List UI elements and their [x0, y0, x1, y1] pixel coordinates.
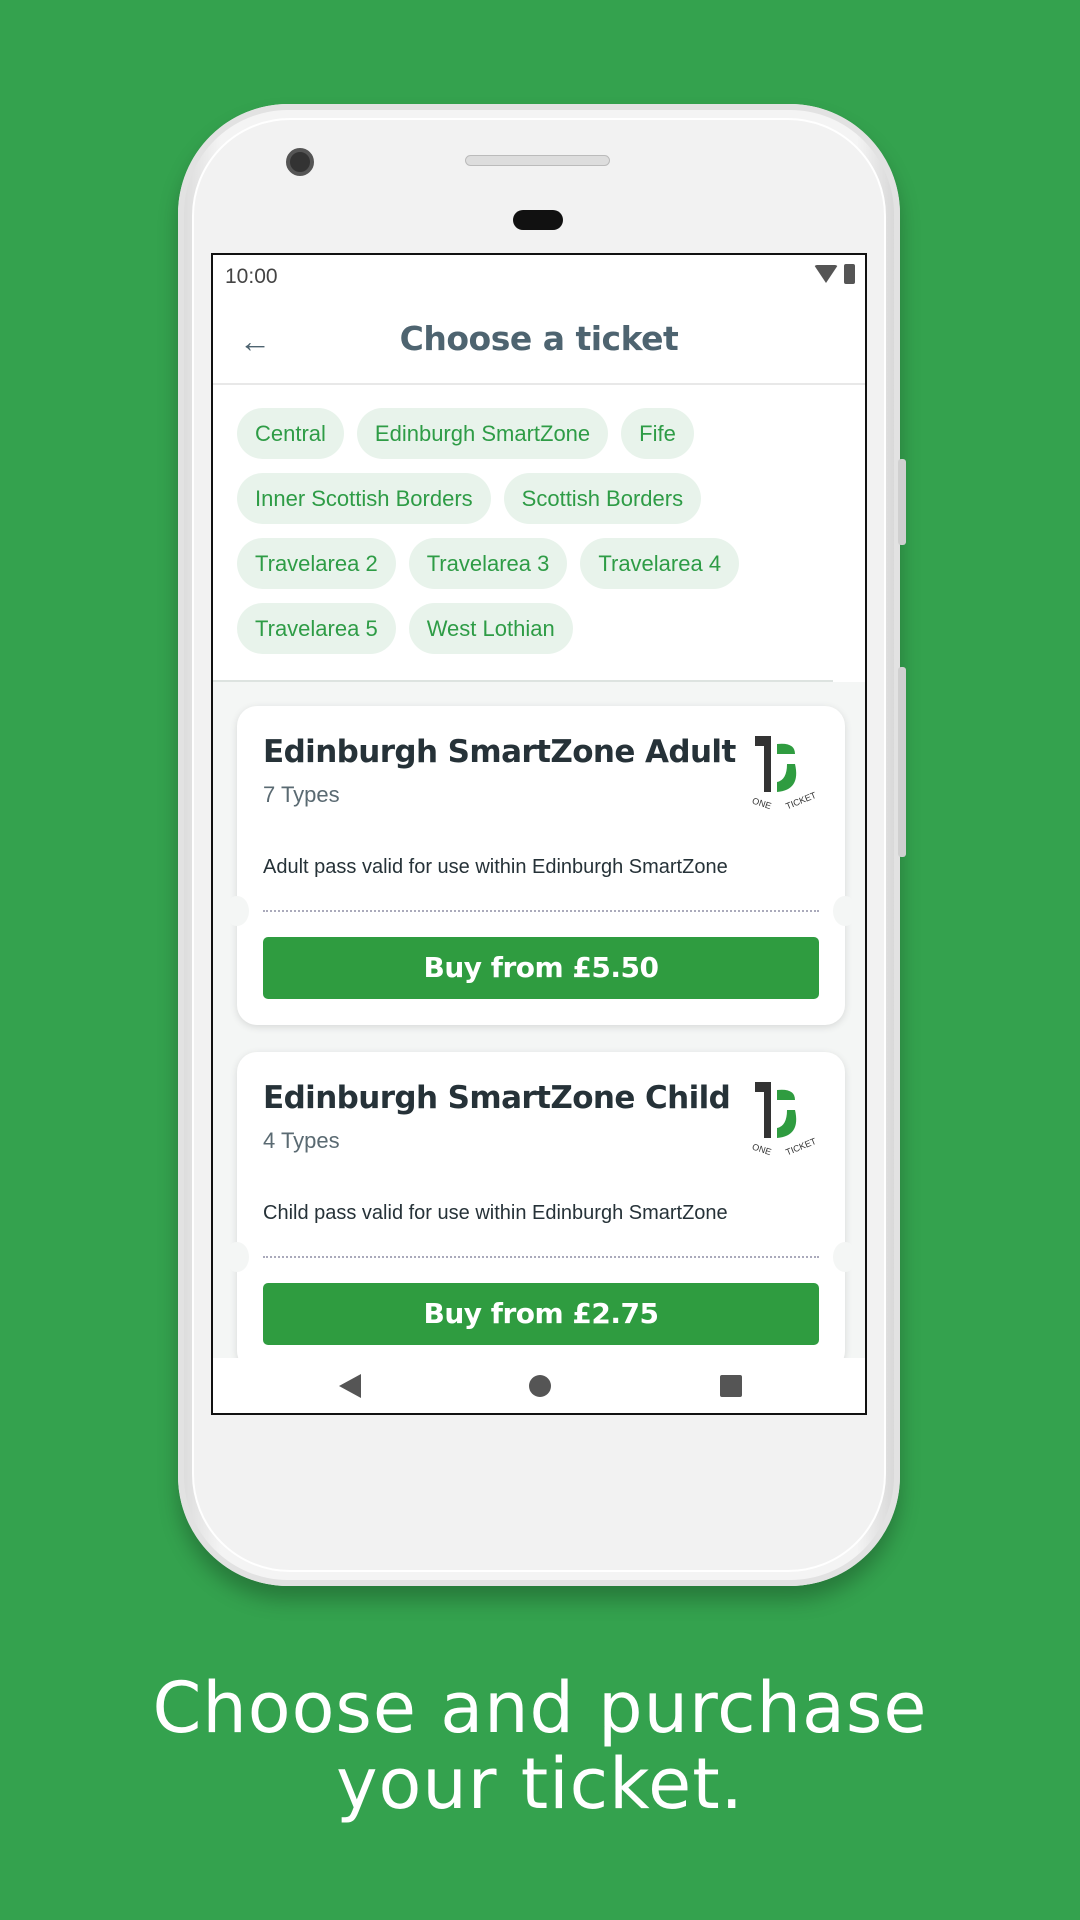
buy-button[interactable]: Buy from £2.75 — [263, 1283, 819, 1345]
caption-line-2: your ticket. — [336, 1743, 744, 1825]
zone-chip[interactable]: Central — [237, 408, 344, 459]
battery-icon — [844, 264, 855, 284]
ticket-title: Edinburgh SmartZone Adult — [263, 734, 736, 770]
app-bar: ← Choose a ticket — [213, 295, 865, 385]
svg-text:TICKET: TICKET — [784, 790, 815, 810]
buy-button[interactable]: Buy from £5.50 — [263, 937, 819, 999]
svg-text:ONE: ONE — [751, 796, 773, 810]
ticket-description: Adult pass valid for use within Edinburg… — [263, 856, 728, 878]
wifi-icon — [814, 265, 838, 283]
ticket-title: Edinburgh SmartZone Child — [263, 1080, 731, 1116]
divider — [263, 910, 819, 912]
zone-chip[interactable]: West Lothian — [408, 603, 573, 654]
ticket-types-count: 7 Types — [263, 782, 340, 807]
caption-line-1: Choose and purchase — [152, 1667, 928, 1749]
camera — [286, 148, 314, 176]
page-title: Choose a ticket — [399, 319, 679, 358]
speaker-grille — [465, 155, 610, 166]
svg-text:ONE: ONE — [751, 1142, 773, 1156]
nav-recents-icon[interactable] — [718, 1372, 744, 1400]
app-screen: 10:00 ← Choose a ticket Central Edinburgh… — [211, 253, 867, 1415]
zone-chip[interactable]: Travelarea 3 — [408, 538, 568, 589]
ticket-card[interactable]: Edinburgh SmartZone Adult 7 Types ONE TICK… — [225, 706, 857, 1025]
promo-caption: Choose and purchase your ticket. — [0, 1670, 1080, 1822]
zone-chip[interactable]: Scottish Borders — [503, 473, 702, 524]
earpiece — [513, 210, 563, 230]
nav-home-icon[interactable] — [527, 1372, 553, 1400]
ticket-card[interactable]: Edinburgh SmartZone Child 4 Types ONE TICK… — [225, 1052, 857, 1358]
zone-chip[interactable]: Fife — [621, 408, 694, 459]
nav-back-icon[interactable] — [337, 1372, 363, 1400]
divider — [263, 1256, 819, 1258]
zone-chip[interactable]: Edinburgh SmartZone — [356, 408, 609, 459]
zone-chip[interactable]: Travelarea 2 — [237, 538, 396, 589]
zone-chip[interactable]: Travelarea 5 — [237, 603, 396, 654]
zone-chip[interactable]: Inner Scottish Borders — [237, 473, 491, 524]
ticket-description: Child pass valid for use within Edinburg… — [263, 1202, 728, 1224]
status-bar: 10:00 — [213, 255, 865, 295]
one-ticket-logo: ONE TICKET — [751, 736, 815, 810]
zone-filter-chips: Central Edinburgh SmartZone Fife Inner Scot… — [213, 385, 833, 682]
ticket-types-count: 4 Types — [263, 1128, 340, 1153]
one-ticket-logo: ONE TICKET — [751, 1082, 815, 1156]
system-nav-bar — [213, 1358, 865, 1413]
zone-chip[interactable]: Travelarea 4 — [580, 538, 740, 589]
svg-text:TICKET: TICKET — [784, 1136, 815, 1156]
status-time: 10:00 — [225, 265, 278, 288]
ticket-list[interactable]: Edinburgh SmartZone Adult 7 Types ONE TICK… — [213, 682, 865, 1358]
